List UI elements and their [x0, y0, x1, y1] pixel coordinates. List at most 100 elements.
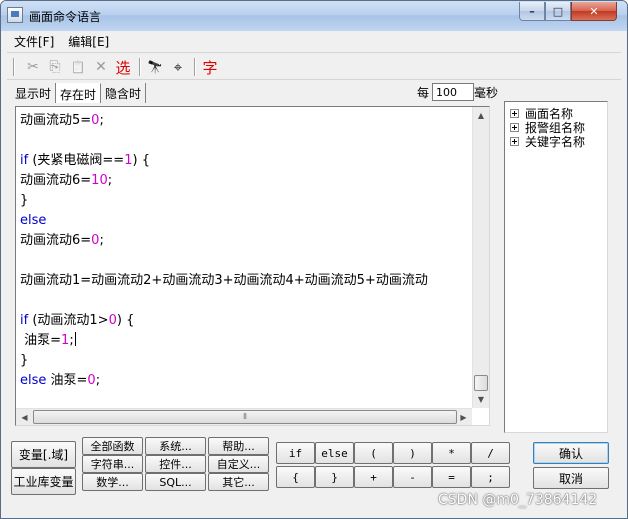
code-keyword: if [20, 153, 29, 168]
code-line[interactable]: 动画流动1=动画流动2+动画流动3+动画流动4+动画流动5+动画流动 [20, 271, 470, 291]
variable-button[interactable]: 变量[.域] [11, 441, 76, 468]
toolbar: ✂ ⎘ 📋 ✕ 选 🔭 ⌖ 字 [7, 52, 621, 80]
scroll-down-arrow-icon[interactable]: ▼ [473, 391, 489, 408]
code-token: } [20, 193, 29, 208]
toolbar-separator [139, 58, 141, 76]
op-equals-button[interactable]: = [432, 466, 471, 488]
sql-functions-button[interactable]: SQL... [145, 473, 206, 491]
code-token: ; [99, 233, 104, 248]
custom-functions-button[interactable]: 自定义... [208, 455, 269, 473]
op-divide-button[interactable]: / [471, 442, 510, 464]
code-keyword: else [20, 213, 47, 228]
code-line[interactable]: 油泵=1; [20, 331, 470, 351]
code-line[interactable]: if (夹紧电磁阀==1) { [20, 151, 470, 171]
code-token: ; [95, 373, 101, 388]
code-token: 油泵= [20, 333, 62, 348]
menu-edit[interactable]: 编辑[E] [61, 33, 116, 50]
code-token: ) { [116, 313, 135, 328]
system-functions-button[interactable]: 系统... [145, 437, 206, 455]
replace-icon[interactable]: ⌖ [168, 57, 188, 77]
other-functions-button[interactable]: 其它... [208, 473, 269, 491]
watermark: CSDN @m0_73864142 [438, 492, 598, 508]
copy-icon[interactable]: ⎘ [45, 57, 65, 77]
op-close-brace-button[interactable]: } [315, 466, 354, 488]
scroll-right-arrow-icon[interactable]: ▶ [455, 409, 472, 425]
code-keyword: else [20, 373, 47, 388]
maximize-button[interactable]: □ [545, 2, 571, 21]
control-functions-button[interactable]: 控件... [145, 455, 206, 473]
menu-file[interactable]: 文件[F] [7, 33, 61, 50]
toolbar-separator [194, 58, 196, 76]
menu-bar: 文件[F] 编辑[E] [7, 31, 621, 51]
interval-input[interactable] [432, 83, 474, 101]
expand-icon[interactable] [510, 108, 519, 118]
toolbar-grip[interactable] [13, 58, 15, 76]
code-line[interactable] [20, 131, 470, 151]
select-button[interactable]: 选 [113, 57, 133, 77]
code-number: 0 [108, 313, 117, 328]
op-plus-button[interactable]: + [354, 466, 393, 488]
all-functions-button[interactable]: 全部函数 [82, 437, 143, 455]
help-button[interactable]: 帮助... [208, 437, 269, 455]
code-number: 0 [87, 373, 96, 388]
horizontal-scrollbar[interactable]: ◀ ⦀ ▶ [16, 408, 472, 425]
op-open-brace-button[interactable]: { [276, 466, 315, 488]
name-tree: 画面名称 报警组名称 关键字名称 [504, 101, 608, 433]
scroll-up-arrow-icon[interactable]: ▲ [473, 107, 489, 124]
font-button[interactable]: 字 [200, 57, 220, 77]
interval-unit: 毫秒 [474, 86, 499, 100]
event-tabs: 显示时 存在时 隐含时 [11, 83, 147, 103]
cancel-button[interactable]: 取消 [533, 467, 609, 489]
code-line[interactable]: 动画流动5=0; [20, 111, 470, 131]
op-semicolon-button[interactable]: ; [471, 466, 510, 488]
tab-while-showing[interactable]: 存在时 [56, 83, 102, 103]
expand-icon[interactable] [510, 122, 519, 132]
binoculars-icon[interactable]: 🔭 [145, 57, 165, 77]
ok-button[interactable]: 确认 [533, 442, 609, 464]
code-number: 10 [91, 173, 108, 188]
tree-item-keyword-names[interactable]: 关键字名称 [510, 134, 585, 149]
code-line[interactable]: 动画流动6=10; [20, 171, 470, 191]
op-close-paren-button[interactable]: ) [393, 442, 432, 464]
code-token: ) { [132, 153, 150, 168]
horizontal-scroll-thumb[interactable]: ⦀ [33, 410, 457, 424]
code-editor[interactable]: 动画流动5=0; if (夹紧电磁阀==1) {动画流动6=10;} else 动画流… [15, 106, 490, 426]
code-token: 动画流动6= [20, 233, 92, 248]
close-button[interactable]: ✕ [571, 2, 617, 21]
tab-on-show[interactable]: 显示时 [11, 83, 57, 103]
string-functions-button[interactable]: 字符串... [82, 455, 143, 473]
code-line[interactable]: else [20, 211, 470, 231]
code-line[interactable]: } [20, 351, 470, 371]
op-minus-button[interactable]: - [393, 466, 432, 488]
scroll-left-arrow-icon[interactable]: ◀ [16, 409, 33, 425]
op-else-button[interactable]: else [315, 442, 354, 464]
vertical-scroll-thumb[interactable] [474, 375, 488, 391]
code-token: ; [107, 173, 113, 188]
code-line[interactable]: if (动画流动1>0) { [20, 311, 470, 331]
code-line[interactable] [20, 251, 470, 271]
code-line[interactable]: 动画流动6=0; [20, 231, 470, 251]
op-multiply-button[interactable]: * [432, 442, 471, 464]
cut-icon[interactable]: ✂ [23, 57, 43, 77]
code-token: 动画流动5= [20, 113, 92, 128]
code-line[interactable]: } [20, 191, 470, 211]
window-title: 画面命令语言 [29, 10, 102, 24]
code-line[interactable]: else 油泵=0; [20, 371, 470, 391]
vertical-scrollbar[interactable]: ▲ ▼ [472, 107, 489, 408]
op-if-button[interactable]: if [276, 442, 315, 464]
expand-icon[interactable] [510, 136, 519, 146]
command-language-window: 画面命令语言 – □ ✕ 文件[F] 编辑[E] ✂ ⎘ 📋 ✕ 选 🔭 ⌖ 字… [0, 0, 628, 519]
tab-on-hide[interactable]: 隐含时 [101, 83, 147, 103]
app-icon [7, 7, 23, 23]
delete-icon[interactable]: ✕ [91, 57, 111, 77]
text-caret [74, 332, 76, 346]
code-token: 动画流动6= [20, 173, 92, 188]
industrial-variable-button[interactable]: 工业库变量 [11, 468, 76, 495]
code-text[interactable]: 动画流动5=0; if (夹紧电磁阀==1) {动画流动6=10;} else 动画流… [20, 111, 470, 401]
code-line[interactable] [20, 291, 470, 311]
title-bar[interactable]: 画面命令语言 – □ ✕ [1, 1, 627, 31]
minimize-button[interactable]: – [519, 2, 545, 21]
op-open-paren-button[interactable]: ( [354, 442, 393, 464]
math-functions-button[interactable]: 数学... [82, 473, 143, 491]
paste-icon[interactable]: 📋 [68, 57, 88, 77]
